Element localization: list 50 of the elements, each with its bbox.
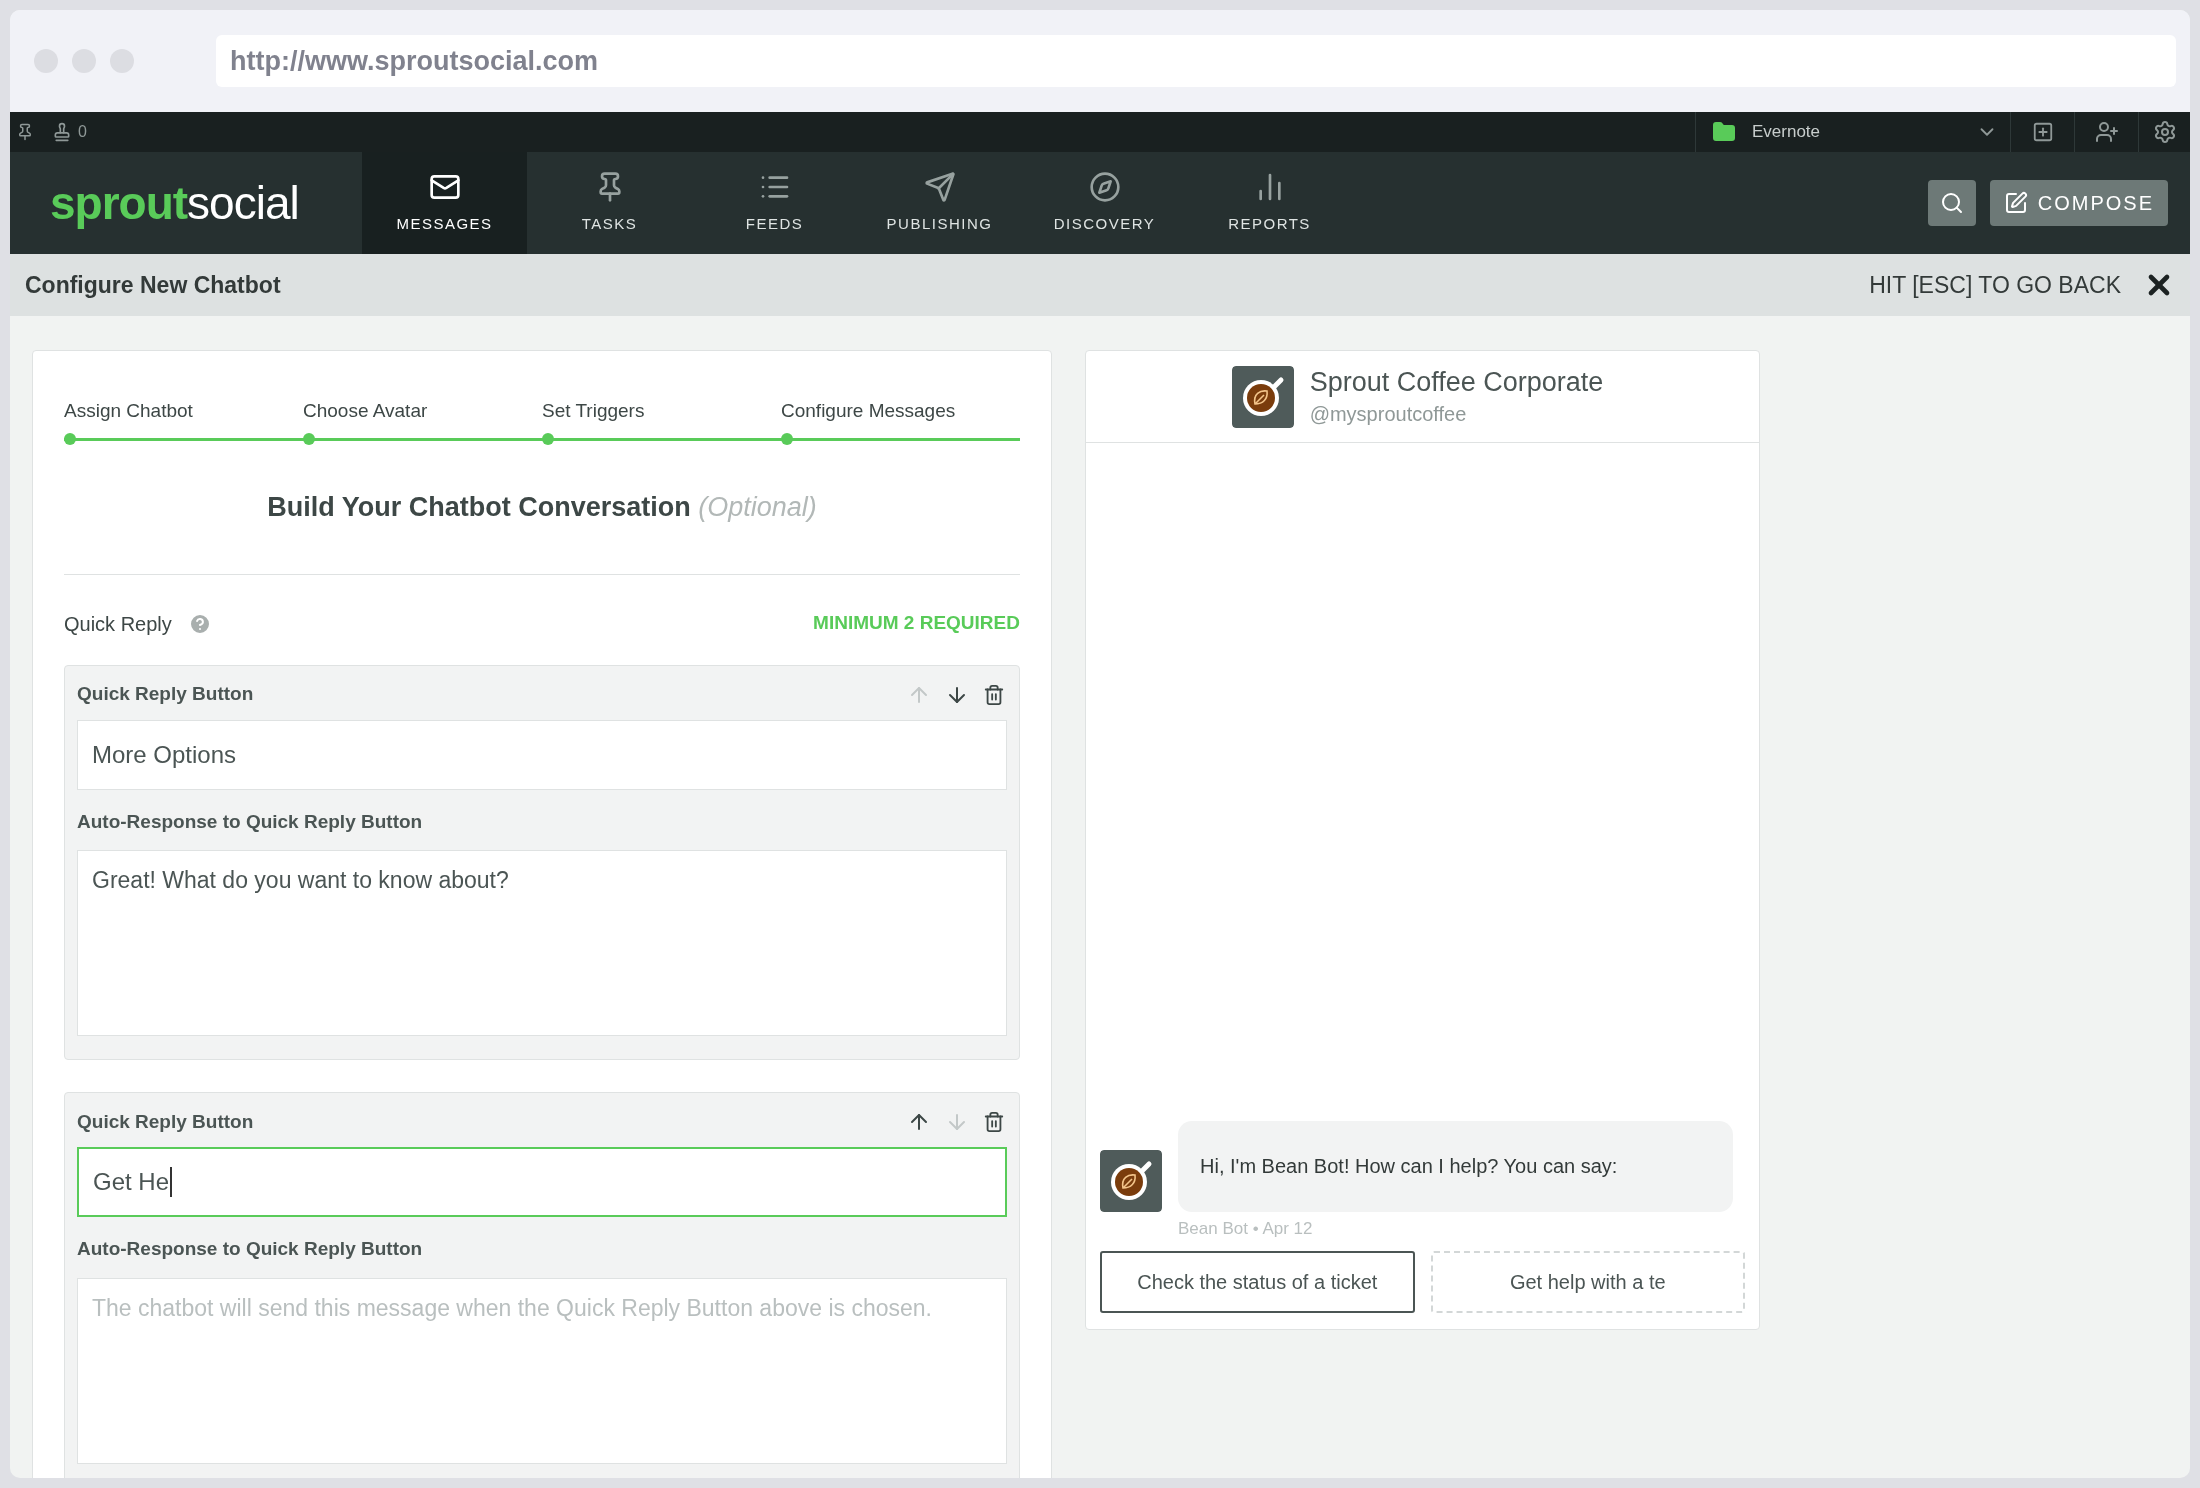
nav-tab[interactable]: PUBLISHING — [857, 152, 1022, 254]
nav-tab[interactable]: DISCOVERY — [1022, 152, 1187, 254]
back-hint: HIT [ESC] TO GO BACK — [1869, 270, 2121, 300]
folder-icon — [1712, 120, 1736, 144]
message-caption: Bean Bot • Apr 12 — [1178, 1217, 1314, 1240]
pencil-square-icon — [2003, 191, 2028, 215]
section-heading: Build Your Chatbot Conversation (Optional) — [266, 491, 818, 524]
trash-icon — [983, 683, 1005, 706]
panel-title: Quick Reply Button — [77, 682, 254, 707]
account-name: Sprout Coffee Corporate — [1309, 365, 1604, 399]
trash-icon — [983, 1111, 1005, 1133]
step-label[interactable]: Configure Messages — [781, 397, 956, 423]
nav-tab[interactable]: TASKS — [527, 152, 692, 254]
page-title: Configure New Chatbot — [25, 270, 281, 300]
count: 0 — [78, 122, 87, 142]
coffee-cup-avatar-icon — [1100, 1149, 1162, 1212]
address-bar[interactable]: http://www.sproutsocial.com — [216, 35, 2176, 87]
settings-icon — [2152, 120, 2177, 144]
step-label[interactable]: Set Triggers — [542, 397, 645, 423]
stamp-icon[interactable] — [52, 122, 72, 142]
field-label: Auto-Response to Quick Reply Button — [77, 1237, 424, 1261]
panel-title: Quick Reply Button — [77, 1109, 254, 1134]
step-label[interactable]: Choose Avatar — [303, 397, 428, 423]
nav-tab[interactable]: REPORTS — [1187, 152, 1352, 254]
compass-icon — [1088, 170, 1121, 203]
account-handle: @mysproutcoffee — [1309, 401, 1468, 427]
search-icon — [1939, 191, 1964, 215]
reply-text-field[interactable]: More Options — [77, 719, 1007, 790]
quick-reply-option[interactable]: Check the status of a ticket — [1100, 1251, 1415, 1313]
search-button[interactable] — [1927, 180, 1976, 226]
pushpin-icon[interactable] — [16, 123, 34, 141]
delete-button[interactable] — [983, 1111, 1005, 1133]
plus-square-icon — [2031, 121, 2054, 143]
auto-response-field[interactable]: Great! What do you want to know about? — [77, 850, 1007, 1036]
chat-bubble: Hi, I'm Bean Bot! How can I help? You can say: — [1178, 1120, 1733, 1212]
logo[interactable]: sproutsocial — [10, 152, 362, 254]
user-plus-icon — [2094, 120, 2119, 144]
reply-text-field[interactable]: Get He — [77, 1147, 1007, 1217]
nav-tab[interactable]: FEEDS — [692, 152, 857, 254]
quick-reply-option[interactable]: Get help with a te — [1430, 1251, 1745, 1313]
requirement-note: MINIMUM 2 REQUIRED — [813, 611, 1020, 636]
compose-button[interactable]: COMPOSE — [1989, 180, 2168, 226]
delete-button[interactable] — [983, 683, 1005, 706]
field-label: Auto-Response to Quick Reply Button — [77, 809, 424, 834]
auto-response-field[interactable]: The chatbot will send this message when the Quick Reply Button above is chosen. — [77, 1277, 1007, 1464]
nav-tab[interactable]: MESSAGES — [362, 152, 527, 254]
paper-plane-icon — [923, 170, 956, 203]
step-label[interactable]: Assign Chatbot — [64, 397, 193, 423]
quick-reply-label: Quick Reply — [64, 611, 172, 637]
coffee-cup-avatar-icon — [1231, 365, 1294, 428]
